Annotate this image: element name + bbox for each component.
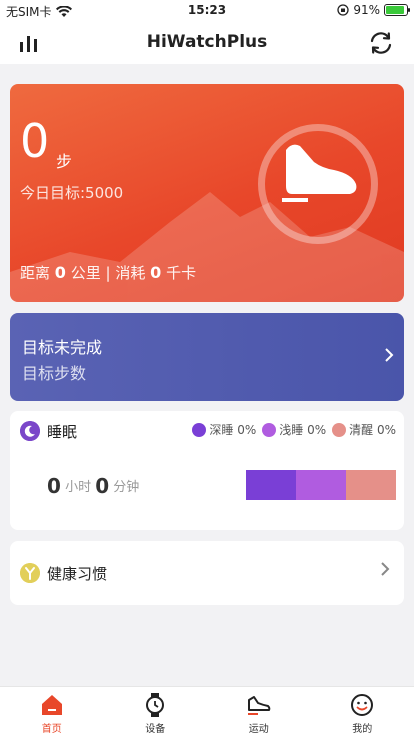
- sleep-legend: 深睡 0% 浅睡 0% 清醒 0%: [192, 421, 396, 438]
- goal-card[interactable]: 目标未完成 目标步数: [10, 313, 404, 401]
- sleep-minutes: 0: [95, 474, 110, 498]
- distance-label: 距离: [20, 264, 51, 282]
- legend-light-sleep: 浅睡 0%: [262, 421, 326, 438]
- battery-percent: 91%: [353, 3, 380, 17]
- sleep-title: 睡眠: [47, 423, 78, 441]
- legend-dot: [262, 422, 277, 437]
- sleep-hours: 0: [47, 474, 61, 498]
- distance-unit: 公里: [70, 264, 101, 282]
- calorie-unit: 千卡: [166, 264, 197, 282]
- status-bar: 无SIM卡 15:23 91%: [0, 0, 414, 22]
- goal-subtitle: 目标步数: [22, 364, 87, 383]
- shoe-icon: [282, 144, 357, 202]
- legend-label: 清醒 0%: [349, 423, 396, 437]
- nav-bar: HiWatchPlus: [0, 22, 414, 64]
- tab-sport[interactable]: 运动: [207, 687, 311, 736]
- stats-separator: |: [105, 264, 111, 282]
- tab-home[interactable]: 首页: [0, 687, 104, 736]
- battery-fill: [386, 6, 405, 14]
- sleep-minutes-unit: 分钟: [113, 480, 140, 495]
- sleep-hours-unit: 小时: [65, 480, 92, 495]
- steps-card[interactable]: 0 步 今日目标:5000 距离 0 公里 | 消耗 0 千卡: [10, 84, 404, 302]
- habit-icon: [20, 563, 40, 583]
- light-sleep-segment: [296, 470, 346, 500]
- health-habit-card[interactable]: 健康习惯: [10, 541, 404, 605]
- steps-value: 0: [20, 114, 50, 168]
- home-icon: [41, 695, 62, 715]
- status-right: 91%: [337, 3, 410, 17]
- awake-segment: [346, 470, 396, 500]
- legend-deep-sleep: 深睡 0%: [192, 421, 256, 438]
- legend-label: 深睡 0%: [209, 423, 257, 437]
- tab-bar: 首页 设备 运动 我的: [0, 686, 414, 736]
- tab-label: 设备: [145, 724, 166, 735]
- watch-icon: [146, 693, 165, 717]
- distance-value: 0: [54, 263, 66, 282]
- chevron-right-icon: [385, 348, 394, 362]
- sneaker-icon: [247, 696, 271, 715]
- moon-icon: [20, 421, 40, 441]
- tab-label: 首页: [41, 724, 62, 735]
- tab-mine[interactable]: 我的: [311, 687, 414, 736]
- page-title: HiWatchPlus: [146, 32, 268, 52]
- steps-goal: 今日目标:5000: [20, 184, 124, 202]
- tab-label: 运动: [248, 724, 269, 735]
- sleep-duration: 0 小时 0 分钟: [47, 474, 139, 498]
- legend-label: 浅睡 0%: [279, 423, 327, 437]
- smiley-icon: [351, 694, 374, 716]
- battery-icon: [384, 4, 410, 16]
- tab-device[interactable]: 设备: [104, 687, 208, 736]
- calorie-value: 0: [150, 263, 162, 282]
- legend-dot: [192, 422, 207, 437]
- calorie-label: 消耗: [115, 264, 146, 282]
- legend-dot: [332, 422, 347, 437]
- goal-title: 目标未完成: [22, 338, 103, 357]
- habit-label: 健康习惯: [47, 565, 108, 583]
- sync-icon[interactable]: [368, 30, 394, 56]
- sleep-stage-bar: [246, 470, 396, 500]
- deep-sleep-segment: [246, 470, 296, 500]
- orientation-lock-icon: [337, 4, 349, 16]
- steps-stats: 距离 0 公里 | 消耗 0 千卡: [20, 262, 196, 283]
- sleep-card[interactable]: 睡眠 深睡 0% 浅睡 0% 清醒 0% 0 小时 0 分钟: [10, 411, 404, 530]
- legend-awake: 清醒 0%: [332, 421, 396, 438]
- steps-unit: 步: [56, 152, 73, 171]
- chevron-right-icon: [381, 562, 390, 576]
- tab-label: 我的: [352, 724, 373, 735]
